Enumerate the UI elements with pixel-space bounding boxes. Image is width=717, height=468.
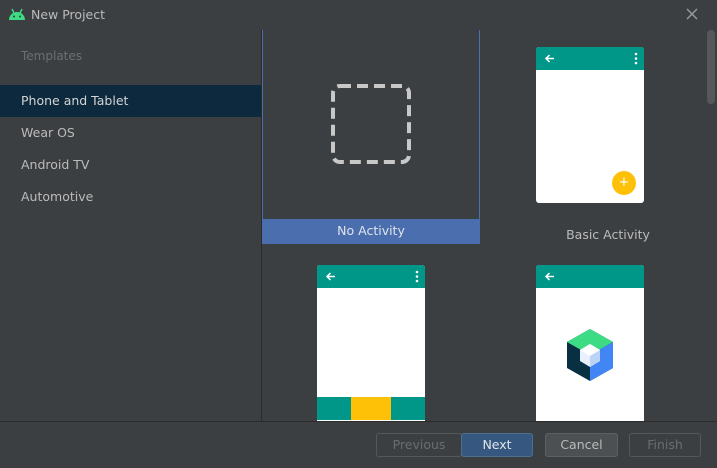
phone-preview bbox=[536, 265, 644, 421]
title-bar: New Project bbox=[0, 0, 717, 30]
phone-preview bbox=[317, 265, 425, 421]
app-bar bbox=[317, 265, 425, 288]
back-arrow-icon bbox=[544, 272, 554, 281]
dashed-square-icon bbox=[331, 84, 411, 164]
template-bottom-navigation-activity[interactable] bbox=[280, 263, 462, 421]
app-bar bbox=[536, 265, 644, 288]
sidebar-item-label: Automotive bbox=[21, 189, 94, 204]
close-icon[interactable] bbox=[684, 6, 700, 22]
sidebar-item-label: Wear OS bbox=[21, 125, 75, 140]
android-icon bbox=[9, 8, 25, 20]
cancel-button[interactable]: Cancel bbox=[545, 433, 618, 457]
sidebar-item-label: Phone and Tablet bbox=[21, 93, 129, 108]
template-no-activity[interactable]: No Activity bbox=[262, 30, 480, 244]
template-gallery: No Activity + Basic Activity bbox=[262, 30, 717, 421]
template-label: Basic Activity bbox=[566, 227, 650, 242]
template-category-sidebar: Templates Phone and Tablet Wear OS Andro… bbox=[0, 30, 261, 421]
previous-button[interactable]: Previous bbox=[376, 433, 462, 457]
sidebar-item-android-tv[interactable]: Android TV bbox=[0, 149, 261, 181]
sidebar-item-wear-os[interactable]: Wear OS bbox=[0, 117, 261, 149]
finish-button[interactable]: Finish bbox=[629, 433, 701, 457]
sidebar-item-phone-and-tablet[interactable]: Phone and Tablet bbox=[0, 85, 261, 117]
template-basic-activity[interactable]: + Basic Activity bbox=[499, 30, 717, 246]
sidebar-heading: Templates bbox=[21, 49, 83, 63]
back-arrow-icon bbox=[325, 272, 335, 281]
next-button[interactable]: Next bbox=[461, 433, 533, 457]
sidebar-item-label: Android TV bbox=[21, 157, 90, 172]
jetpack-compose-logo-icon bbox=[567, 329, 613, 381]
back-arrow-icon bbox=[544, 54, 554, 63]
app-bar bbox=[536, 47, 644, 70]
template-compose-activity[interactable] bbox=[499, 263, 717, 421]
dialog-footer: Previous Next Cancel Finish bbox=[0, 421, 717, 468]
bottom-navigation-bar bbox=[317, 397, 425, 420]
phone-preview: + bbox=[536, 47, 644, 203]
more-vert-icon bbox=[634, 52, 638, 65]
bottom-navigation-selected-item bbox=[351, 397, 391, 420]
gallery-scrollbar-thumb[interactable] bbox=[707, 30, 715, 104]
fab-icon: + bbox=[612, 171, 636, 195]
template-label: No Activity bbox=[263, 219, 479, 243]
more-vert-icon bbox=[415, 270, 419, 283]
sidebar-item-automotive[interactable]: Automotive bbox=[0, 181, 261, 213]
window-title: New Project bbox=[31, 7, 106, 22]
